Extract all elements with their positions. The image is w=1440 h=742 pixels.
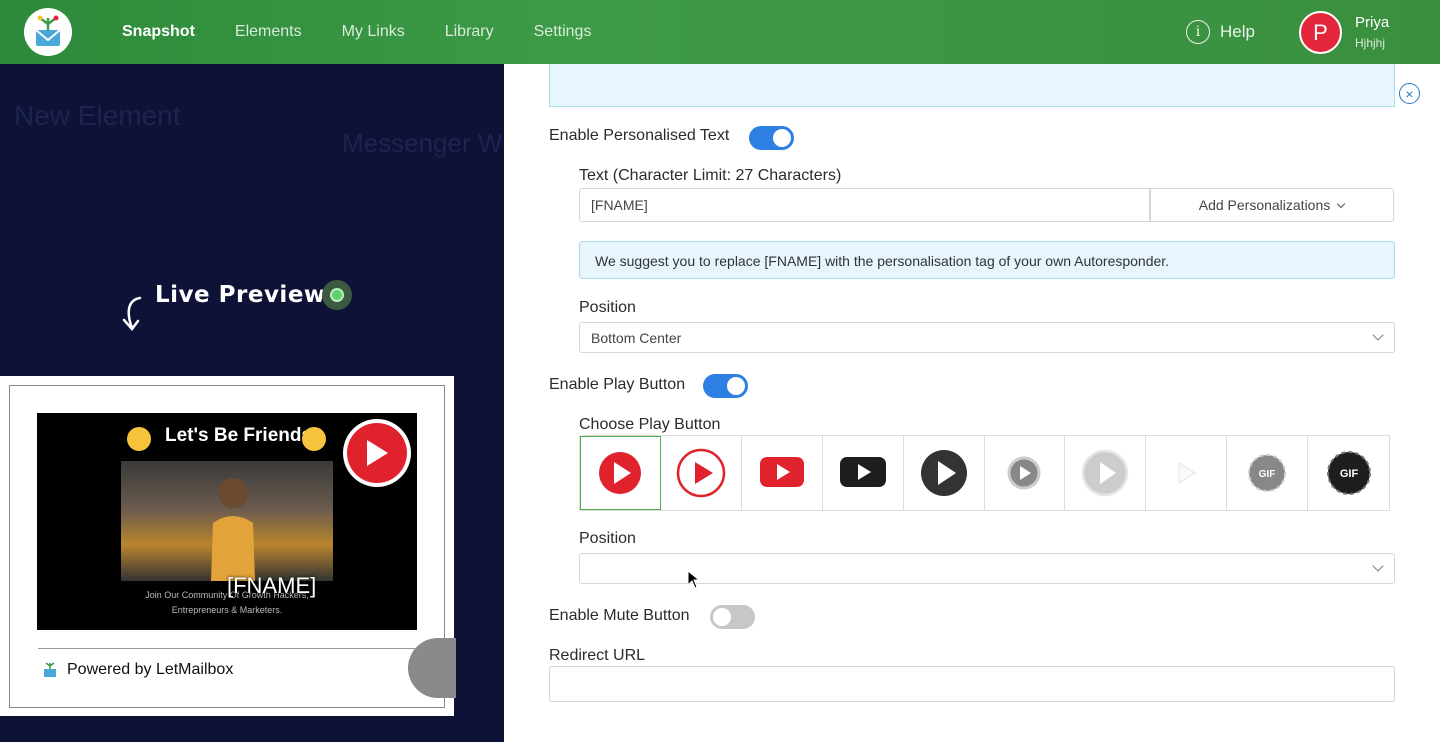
add-personalizations-label: Add Personalizations <box>1198 197 1331 213</box>
redirect-url-input[interactable] <box>549 666 1395 702</box>
close-icon[interactable]: × <box>1399 83 1420 104</box>
background-page-subtitle: Messenger W <box>342 128 503 158</box>
chevron-down-icon <box>1372 329 1384 341</box>
text-field-label: Text (Character Limit: 27 Characters) <box>579 167 842 184</box>
personalised-text-label: Enable Personalised Text <box>549 127 730 144</box>
play-option-white-triangle[interactable] <box>1146 436 1228 510</box>
app-logo[interactable] <box>24 8 72 56</box>
white-triangle-play-icon <box>1178 462 1197 484</box>
red-filled-play-icon <box>598 452 641 494</box>
play-option-grey-gif[interactable]: GIF <box>1227 436 1309 510</box>
play-option-black-youtube[interactable] <box>823 436 904 510</box>
preview-overlay: New Element Messenger W Live Preview Let… <box>0 64 504 742</box>
text-position-value: Bottom Center <box>591 330 682 346</box>
nav-library[interactable]: Library <box>445 23 494 41</box>
powered-by-label: Powered by LetMailbox <box>67 661 234 678</box>
play-option-grey-ring[interactable] <box>985 436 1066 510</box>
dark-grey-play-icon <box>920 450 967 496</box>
play-option-red-outline[interactable] <box>661 436 742 510</box>
info-icon: i <box>1186 20 1210 44</box>
text-position-label: Position <box>579 299 636 316</box>
personalised-text-input[interactable]: [FNAME] <box>579 188 1151 222</box>
letmailbox-icon <box>44 662 56 677</box>
play-option-black-gif[interactable]: GIF <box>1308 436 1389 510</box>
suggestion-box: We suggest you to replace [FNAME] with t… <box>579 241 1395 279</box>
redirect-url-label: Redirect URL <box>549 647 646 664</box>
play-button-toggle[interactable] <box>703 374 748 398</box>
play-icon <box>367 440 388 466</box>
grey-gif-icon: GIF <box>1248 454 1287 492</box>
logo-icon <box>35 15 61 46</box>
scroll-handle[interactable] <box>408 638 456 698</box>
mute-button-toggle[interactable] <box>710 605 755 629</box>
gif-label: GIF <box>1259 469 1276 480</box>
hug-emoji-icon <box>302 427 326 451</box>
play-option-dark-grey[interactable] <box>904 436 985 510</box>
black-gif-icon: GIF <box>1326 451 1371 495</box>
nav-settings[interactable]: Settings <box>534 23 592 41</box>
video-play-button[interactable] <box>343 419 411 487</box>
info-alert <box>549 64 1395 107</box>
curved-arrow-icon <box>122 296 142 331</box>
help-link[interactable]: i Help <box>1186 20 1255 44</box>
preview-card: Let's Be Friends! Join Our Community Of … <box>0 376 456 716</box>
nav-elements[interactable]: Elements <box>235 23 302 41</box>
grey-ring-play-icon <box>1007 456 1041 490</box>
chevron-down-icon <box>1372 560 1384 572</box>
play-button-label: Enable Play Button <box>549 376 686 393</box>
personalised-text-toggle[interactable] <box>749 126 794 150</box>
user-avatar[interactable]: P <box>1299 11 1342 54</box>
mouse-cursor-icon <box>687 570 701 589</box>
red-youtube-play-icon <box>759 457 804 487</box>
play-button-options: GIF GIF <box>579 435 1390 511</box>
mute-button-label: Enable Mute Button <box>549 607 690 624</box>
play-option-light-grey[interactable] <box>1065 436 1147 510</box>
video-thumbnail[interactable]: Let's Be Friends! Join Our Community Of … <box>37 413 417 630</box>
light-grey-play-icon <box>1082 449 1129 497</box>
preview-frame: Let's Be Friends! Join Our Community Of … <box>9 385 456 708</box>
text-position-select[interactable]: Bottom Center <box>579 322 1395 353</box>
background-page-title: New Element <box>14 100 181 131</box>
divider <box>38 648 417 649</box>
nav-my-links[interactable]: My Links <box>342 23 405 41</box>
user-name[interactable]: Priya <box>1355 14 1389 31</box>
live-status-indicator <box>322 280 352 310</box>
choose-play-button-label: Choose Play Button <box>579 416 721 433</box>
nav-snapshot[interactable]: Snapshot <box>122 23 195 41</box>
black-youtube-play-icon <box>839 457 886 487</box>
video-title: Let's Be Friends! <box>165 425 319 446</box>
person-image <box>211 478 255 581</box>
add-personalizations-dropdown[interactable]: Add Personalizations <box>1149 188 1394 222</box>
powered-by[interactable]: Powered by LetMailbox <box>41 661 233 679</box>
help-label: Help <box>1220 22 1255 41</box>
main-nav: Snapshot Elements My Links Library Setti… <box>122 0 591 64</box>
hug-emoji-icon <box>127 427 151 451</box>
gif-label: GIF <box>1339 468 1358 480</box>
live-preview-label: Live Preview <box>155 282 326 308</box>
top-navbar: Snapshot Elements My Links Library Setti… <box>0 0 1440 64</box>
play-option-red-youtube[interactable] <box>742 436 823 510</box>
video-personalised-text: [FNAME] <box>227 573 317 598</box>
red-outline-play-icon <box>676 448 726 498</box>
user-subtitle: Hjhjhj <box>1355 36 1386 50</box>
chevron-down-icon <box>1337 199 1346 208</box>
play-option-red-filled[interactable] <box>580 436 661 510</box>
settings-panel: × Enable Personalised Text Text (Charact… <box>504 64 1440 742</box>
play-position-select[interactable] <box>579 553 1395 584</box>
play-position-label: Position <box>579 530 636 547</box>
